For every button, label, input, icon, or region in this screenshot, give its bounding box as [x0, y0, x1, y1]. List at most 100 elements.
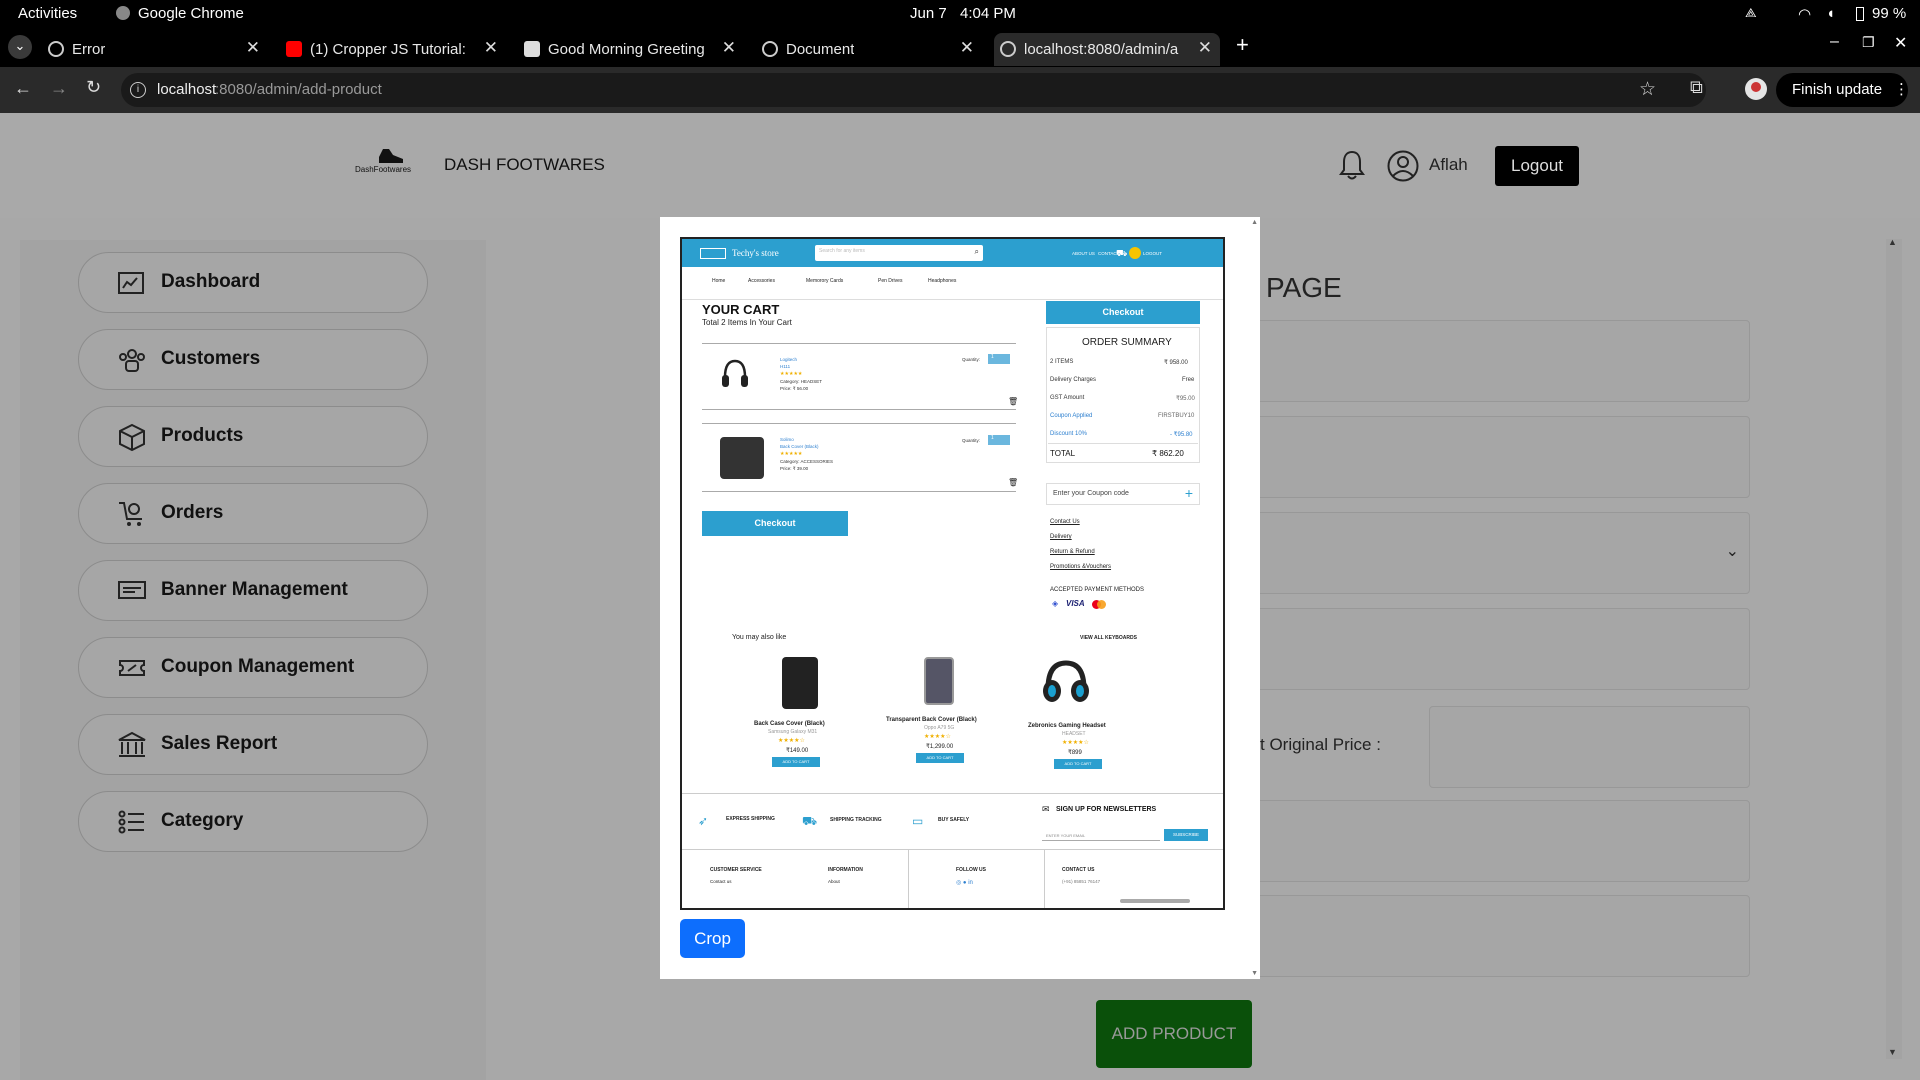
sidebar-item-dashboard[interactable]: Dashboard — [78, 252, 428, 313]
store-about-link[interactable]: ABOUT US — [1072, 251, 1095, 256]
contact-link[interactable]: Contact Us — [1050, 519, 1080, 525]
item-brand[interactable]: Logitech — [780, 357, 797, 362]
add-to-cart-button[interactable]: ADD TO CART — [916, 753, 964, 763]
summary-checkout-button[interactable]: Checkout — [1046, 301, 1200, 324]
bookmark-star-icon[interactable]: ☆ — [1639, 78, 1656, 101]
product-name[interactable]: Zebronics Gaming Headset — [1028, 723, 1106, 729]
minimize-button[interactable]: – — [1830, 33, 1839, 51]
qty-select[interactable]: 1 — [988, 435, 1010, 445]
category-select[interactable]: ⌄ — [1197, 512, 1750, 594]
footer-link[interactable]: Contact us — [710, 879, 732, 884]
return-link[interactable]: Return & Refund — [1050, 549, 1095, 555]
profile-avatar[interactable] — [1745, 78, 1767, 100]
close-icon[interactable]: ✕ — [484, 38, 498, 58]
store-menu-item[interactable]: Accessories — [748, 278, 775, 284]
offer-price-field[interactable] — [1197, 800, 1750, 882]
finish-update-button[interactable]: Finish update ⋮ — [1776, 73, 1909, 107]
username[interactable]: Aflah — [1429, 155, 1468, 175]
tab-localhost[interactable]: localhost:8080/admin/a ✕ — [994, 33, 1220, 66]
store-search-input[interactable]: Search for any items ⌕ — [815, 245, 983, 261]
add-to-cart-button[interactable]: ADD TO CART — [1054, 759, 1102, 769]
subscribe-button[interactable]: SUBSCRIBE — [1164, 829, 1208, 841]
footer-link[interactable]: About — [828, 879, 840, 884]
delivery-link[interactable]: Delivery — [1050, 534, 1072, 540]
volume-icon[interactable]: ◖ — [1826, 5, 1835, 22]
description-field[interactable] — [1197, 416, 1750, 498]
item-brand[interactable]: Solimo — [780, 437, 794, 442]
store-cart-icon[interactable]: ⛟ — [1116, 248, 1127, 260]
cart-subtitle: Total 2 Items In Your Cart — [702, 318, 792, 327]
trash-icon[interactable]: 🗑 — [1008, 478, 1018, 487]
wifi-icon[interactable]: ◠ — [1798, 5, 1811, 23]
social-icons[interactable]: ◎ ● in — [956, 879, 973, 886]
cart-checkout-button[interactable]: Checkout — [702, 511, 848, 536]
sidebar-item-orders[interactable]: Orders — [78, 483, 428, 544]
time[interactable]: 4:04 PM — [960, 5, 1016, 22]
activities-button[interactable]: Activities — [18, 5, 77, 22]
sidebar-item-banner-management[interactable]: Banner Management — [78, 560, 428, 621]
address-bar[interactable]: i localhost :8080/admin/add-product ☆ — [121, 73, 1706, 107]
product-name[interactable]: Back Case Cover (Black) — [754, 721, 825, 727]
back-button[interactable]: ← — [14, 78, 32, 99]
page-scrollbar[interactable]: ▲ ▼ — [1886, 237, 1902, 1059]
tab-cropper-tutorial[interactable]: (1) Cropper JS Tutorial: H ✕ — [280, 33, 506, 66]
new-tab-button[interactable]: + — [1236, 32, 1249, 58]
add-to-cart-button[interactable]: ADD TO CART — [772, 757, 820, 767]
store-logout-link[interactable]: LOGOUT — [1143, 251, 1162, 256]
close-icon[interactable]: ✕ — [1198, 38, 1212, 58]
tab-error[interactable]: Error ✕ — [42, 33, 268, 66]
add-product-button[interactable]: ADD PRODUCT — [1096, 1000, 1252, 1068]
tab-document[interactable]: Document ✕ — [756, 33, 982, 66]
network-icon[interactable]: ⟁ — [1745, 5, 1757, 21]
close-icon[interactable]: ✕ — [246, 38, 260, 58]
user-icon[interactable] — [1387, 150, 1419, 187]
promotions-link[interactable]: Promotions &Vouchers — [1050, 564, 1111, 570]
store-menu-item[interactable]: Memorory Cards — [806, 278, 843, 284]
window-close-button[interactable]: ✕ — [1894, 33, 1907, 53]
modal-scroll-up[interactable]: ▲ — [1251, 219, 1258, 226]
trash-icon[interactable]: 🗑 — [1008, 397, 1018, 406]
item-name[interactable]: H111 — [780, 364, 790, 369]
modal-scroll-down[interactable]: ▼ — [1251, 970, 1258, 977]
battery-icon[interactable] — [1856, 7, 1864, 21]
item-name[interactable]: Back Cover (Black) — [780, 444, 819, 449]
product-image[interactable] — [924, 657, 954, 705]
store-menu-item[interactable]: Pen Drives — [878, 278, 902, 284]
app-name[interactable]: Google Chrome — [138, 5, 244, 22]
close-icon[interactable]: ✕ — [960, 38, 974, 58]
sidebar-item-category[interactable]: Category — [78, 791, 428, 852]
logout-button[interactable]: Logout — [1495, 146, 1579, 186]
forward-button[interactable]: → — [50, 78, 68, 99]
info-icon[interactable]: i — [130, 82, 146, 98]
extensions-icon[interactable]: ⧉ — [1690, 77, 1703, 98]
tab-good-morning[interactable]: Good Morning Greeting ✕ — [518, 33, 744, 66]
sidebar-item-products[interactable]: Products — [78, 406, 428, 467]
tab-search-button[interactable]: ⌄ — [8, 35, 32, 59]
maximize-button[interactable]: ❐ — [1862, 34, 1875, 51]
date[interactable]: Jun 7 — [910, 5, 947, 22]
coupon-input[interactable]: Enter your Coupon code + — [1046, 483, 1200, 505]
sidebar-item-coupon-management[interactable]: Coupon Management — [78, 637, 428, 698]
product-name-field[interactable] — [1197, 320, 1750, 402]
product-image[interactable] — [782, 657, 818, 709]
sidebar-item-sales-report[interactable]: Sales Report — [78, 714, 428, 775]
bell-icon[interactable] — [1338, 149, 1366, 188]
qty-select[interactable]: 1 — [988, 354, 1010, 364]
store-menu-item[interactable]: Home — [712, 278, 725, 284]
product-name[interactable]: Transparent Back Cover (Black) — [886, 717, 977, 723]
brand-name[interactable]: DASH FOOTWARES — [444, 155, 605, 175]
view-all-link[interactable]: VIEW ALL KEYBOARDS — [1080, 635, 1137, 641]
reload-button[interactable]: ↻ — [86, 77, 101, 98]
crop-button[interactable]: Crop — [680, 919, 745, 958]
original-price-field[interactable] — [1429, 706, 1750, 788]
brand-logo[interactable]: DashFootwares — [355, 147, 429, 174]
close-icon[interactable]: ✕ — [722, 38, 736, 58]
sidebar-item-customers[interactable]: Customers — [78, 329, 428, 390]
stock-field[interactable] — [1197, 608, 1750, 690]
product-image[interactable] — [1038, 657, 1090, 705]
image-field[interactable] — [1197, 895, 1750, 977]
store-menu-item[interactable]: Headphones — [928, 278, 956, 284]
crop-image-area[interactable]: Techy's store Search for any items ⌕ ABO… — [680, 237, 1225, 910]
kebab-menu-icon[interactable]: ⋮ — [1894, 80, 1909, 98]
newsletter-email-input[interactable]: ENTER YOUR EMAIL — [1042, 831, 1160, 841]
